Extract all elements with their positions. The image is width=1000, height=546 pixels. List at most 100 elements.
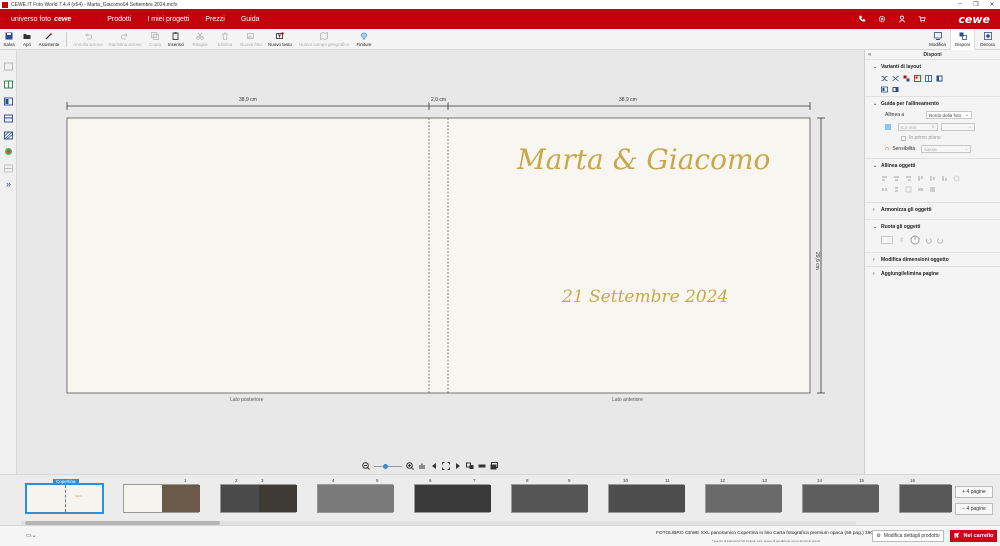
edit-mode-button[interactable]: Modifica xyxy=(925,29,950,50)
align-left-icon[interactable] xyxy=(881,175,888,182)
sidebar-item-clipart[interactable] xyxy=(4,147,13,156)
sensitivity-select[interactable]: bassa ⌄ xyxy=(921,145,972,153)
align-middle-icon[interactable] xyxy=(929,175,936,182)
save-button[interactable]: Salva xyxy=(0,29,18,50)
gear-icon[interactable] xyxy=(878,15,886,23)
arrange-mode-button[interactable]: Disponi xyxy=(950,29,975,50)
mirror-layout-icon[interactable] xyxy=(914,75,921,82)
product-details-button[interactable]: ⚙ Modifica dettagli prodotto xyxy=(872,530,944,542)
add-pages-button[interactable]: + 4 pagine xyxy=(955,486,993,498)
sidebar-item-backgrounds[interactable] xyxy=(4,97,13,106)
cut-button[interactable]: Ritaglia xyxy=(187,29,213,50)
nav-progetti[interactable]: I miei progetti xyxy=(147,16,189,23)
hand-tool-icon[interactable] xyxy=(418,462,426,470)
rotation-field[interactable] xyxy=(881,236,893,244)
redo-button[interactable]: Ripristina azione xyxy=(105,29,145,50)
zoom-slider[interactable] xyxy=(374,462,402,470)
space-h-icon[interactable] xyxy=(905,186,912,193)
page-size-icon[interactable] xyxy=(478,462,486,470)
distance-field[interactable]: 5,0 mm ⇕ xyxy=(898,123,938,131)
add-to-cart-button[interactable]: 🛒︎ Nel carrello xyxy=(950,530,997,542)
new-map-button[interactable]: Nuovo campo geografico xyxy=(295,29,353,50)
names-text[interactable]: Marta & Giacomo xyxy=(517,143,770,176)
minimize-button[interactable]: – xyxy=(952,1,968,8)
alignment-guide-header[interactable]: ⌄ Guida per l'allineamento xyxy=(873,101,1000,107)
align-right-icon[interactable] xyxy=(905,175,912,182)
nav-guida[interactable]: Guida xyxy=(241,16,260,23)
collapse-panel-icon[interactable]: « xyxy=(868,52,871,58)
paste-button[interactable]: Inserisci xyxy=(165,29,187,50)
zoom-out-icon[interactable] xyxy=(362,462,370,470)
next-page-icon[interactable] xyxy=(454,462,462,470)
add-pages-header[interactable]: › Aggiungi/elimina pagine xyxy=(873,271,1000,277)
delete-button[interactable]: Elimina xyxy=(213,29,237,50)
align-objects-header[interactable]: ⌄ Allinea oggetti xyxy=(873,163,1000,169)
user-icon[interactable] xyxy=(898,15,906,23)
nav-prezzi[interactable]: Prezzi xyxy=(205,16,224,23)
sidebar-item-frames[interactable] xyxy=(4,114,13,123)
decorate-mode-button[interactable]: Decora xyxy=(975,29,1000,50)
layout-variants-header[interactable]: ⌄ Varianti di layout xyxy=(873,64,1000,70)
resize-header[interactable]: › Modifica dimensioni oggetto xyxy=(873,257,1000,263)
thumb-page-2-3[interactable]: 2 3 xyxy=(220,478,297,513)
layout-right-icon[interactable] xyxy=(892,86,899,93)
align-bottom-icon[interactable] xyxy=(941,175,948,182)
space-v-icon[interactable] xyxy=(917,186,924,193)
rotation-dial-icon[interactable] xyxy=(910,235,920,245)
layout-left-icon[interactable] xyxy=(881,86,888,93)
rotate-left-icon[interactable] xyxy=(925,237,932,244)
rotate-header[interactable]: ⌄ Ruota gli oggetti xyxy=(873,224,1000,230)
multi-page-icon[interactable] xyxy=(490,462,498,470)
remove-pages-button[interactable]: − 4 pagine xyxy=(955,503,993,515)
new-photo-button[interactable]: Nuova foto xyxy=(237,29,265,50)
fit-page-icon[interactable] xyxy=(442,462,450,470)
color-swatch[interactable] xyxy=(885,124,891,130)
align-center-icon[interactable] xyxy=(893,175,900,182)
align-page-icon[interactable] xyxy=(953,175,960,182)
zoom-in-icon[interactable] xyxy=(406,462,414,470)
distribute-v-icon[interactable] xyxy=(893,186,900,193)
undo-button[interactable]: Annulla azione xyxy=(71,29,105,50)
rotation-stepper-icon[interactable]: ⇕ xyxy=(898,237,905,244)
cart-icon[interactable] xyxy=(918,15,927,23)
sidebar-item-pages[interactable] xyxy=(4,80,13,89)
phone-icon[interactable] xyxy=(858,15,866,23)
thumb-page-6-7[interactable]: 6 7 xyxy=(414,478,491,513)
sidebar-item-layouts[interactable] xyxy=(4,62,13,71)
sidebar-item-grid[interactable] xyxy=(4,164,13,173)
prev-page-icon[interactable] xyxy=(430,462,438,470)
thumb-page-4-5[interactable]: 4 5 xyxy=(317,478,394,513)
assistant-button[interactable]: Assistente xyxy=(36,29,62,50)
distribute-h-icon[interactable] xyxy=(881,186,888,193)
thumb-page-14-15[interactable]: 14 15 xyxy=(802,478,879,513)
harmonize-header[interactable]: › Armonizza gli oggetti xyxy=(873,207,1000,213)
foreground-checkbox[interactable] xyxy=(901,135,906,141)
expand-sidebar-icon[interactable]: » xyxy=(4,179,13,189)
thumb-page-8-9[interactable]: 8 9 xyxy=(511,478,588,513)
swap-pages-icon[interactable] xyxy=(466,462,474,470)
date-text[interactable]: 21 Settembre 2024 xyxy=(562,287,728,307)
finishes-button[interactable]: Finiture xyxy=(353,29,375,50)
open-button[interactable]: Apri xyxy=(18,29,36,50)
maximize-button[interactable]: ❐ xyxy=(968,1,984,8)
align-top-icon[interactable] xyxy=(917,175,924,182)
thumb-page-16[interactable]: 16 xyxy=(899,478,952,513)
thumb-cover[interactable]: Copertina M&G xyxy=(25,479,104,514)
thumb-page-12-13[interactable]: 12 13 xyxy=(705,478,782,513)
same-size-icon[interactable] xyxy=(929,186,936,193)
view-toggle-icon[interactable]: ▭⌄ xyxy=(26,532,37,539)
align-to-select[interactable]: Bordo della foto ⌄ xyxy=(926,111,972,119)
shuffle-icon[interactable] xyxy=(881,75,888,82)
shuffle-photos-icon[interactable] xyxy=(892,75,899,82)
guide-color-select[interactable]: ⌄ xyxy=(941,123,975,131)
close-window-button[interactable]: ✕ xyxy=(984,1,1000,8)
thumb-page-10-11[interactable]: 10 11 xyxy=(608,478,685,513)
thumb-page-1[interactable]: 1 xyxy=(123,478,200,513)
nav-prodotti[interactable]: Prodotti xyxy=(107,16,131,23)
layout-grid-icon[interactable] xyxy=(925,75,932,82)
copy-button[interactable]: Copia xyxy=(145,29,165,50)
layout-columns-icon[interactable] xyxy=(936,75,943,82)
sidebar-item-patterns[interactable] xyxy=(4,131,13,140)
swap-layout-icon[interactable] xyxy=(903,75,910,82)
rotate-right-icon[interactable] xyxy=(937,237,944,244)
